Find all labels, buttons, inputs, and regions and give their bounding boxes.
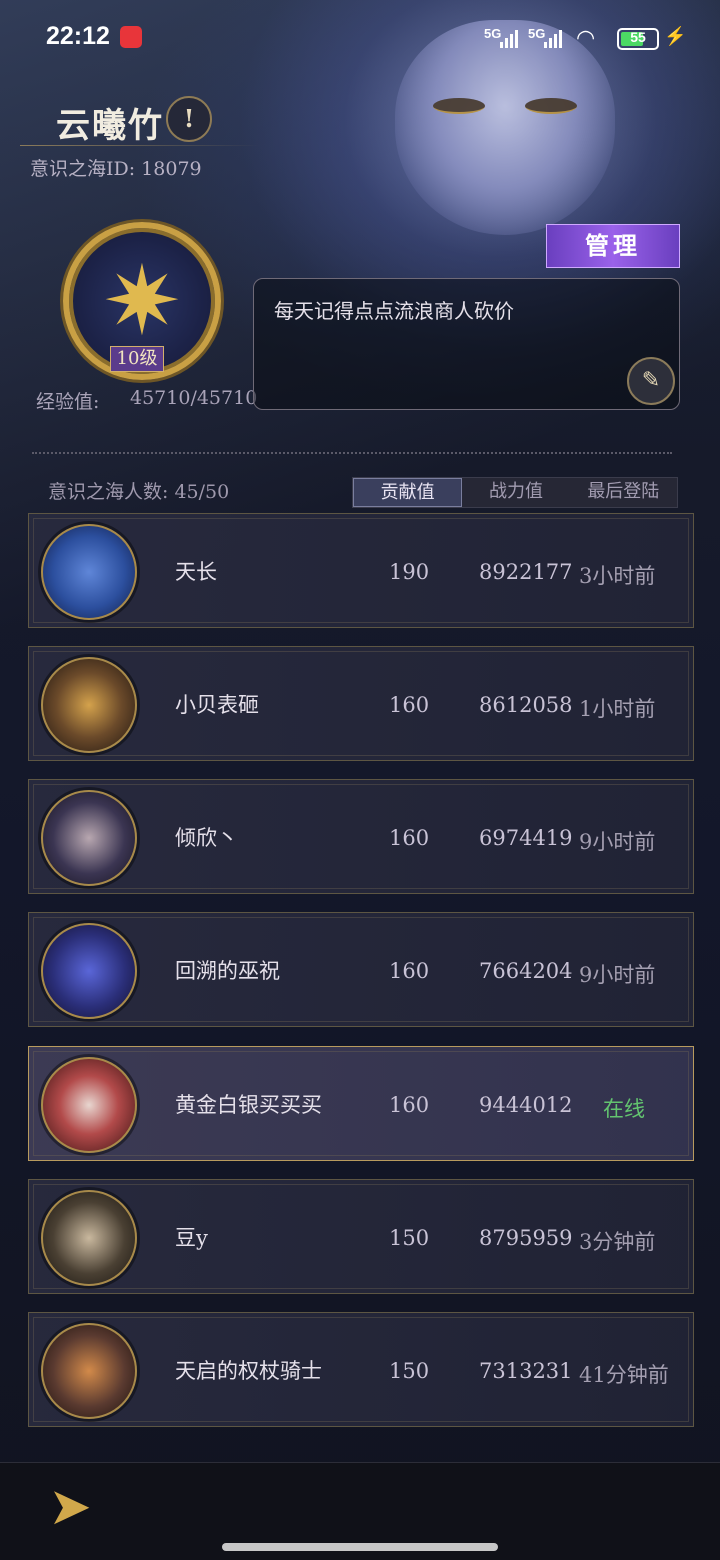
battery-level: 55 <box>630 29 646 45</box>
member-contribution: 150 <box>389 1359 430 1383</box>
member-name: 倾欣丶 <box>175 826 238 850</box>
member-power: 7664204 <box>479 959 573 983</box>
member-avatar[interactable] <box>41 1057 137 1153</box>
member-contribution: 160 <box>389 959 430 983</box>
member-contribution: 190 <box>389 560 430 584</box>
status-time: 22:12 <box>46 22 110 50</box>
member-row-self[interactable]: 黄金白银买买买 160 9444012 在线 <box>28 1046 694 1161</box>
sea-title: 云曦竹 <box>56 106 164 146</box>
member-name: 回溯的巫祝 <box>175 959 280 983</box>
notice-text: 每天记得点点流浪商人砍价 <box>274 299 514 323</box>
manage-button[interactable]: 管理 <box>546 224 680 268</box>
section-divider <box>32 452 672 454</box>
member-power: 8612058 <box>479 693 573 717</box>
member-power: 8922177 <box>479 560 573 584</box>
member-row[interactable]: 豆y 150 8795959 3分钟前 <box>28 1179 694 1294</box>
back-arrow-icon[interactable]: ➤ <box>36 1478 104 1536</box>
member-power: 9444012 <box>479 1093 573 1117</box>
sea-id: 意识之海ID: 18079 <box>30 158 202 180</box>
signal-icon-2 <box>544 28 562 48</box>
status-bar: 22:12 5G 5G ◠ 55 ⚡ <box>0 0 720 70</box>
member-last-login: 41分钟前 <box>579 1363 669 1387</box>
network-label-2: 5G <box>528 26 546 41</box>
tab-contribution[interactable]: 贡献值 <box>353 478 463 507</box>
edit-quill-icon[interactable]: ✎ <box>627 357 675 405</box>
level-badge: 10级 <box>110 346 164 372</box>
title-divider <box>20 145 260 146</box>
art-eye-left <box>433 98 485 114</box>
member-name: 豆y <box>175 1226 208 1250</box>
member-contribution: 160 <box>389 693 430 717</box>
member-name: 黄金白银买买买 <box>175 1093 322 1117</box>
member-contribution: 160 <box>389 1093 430 1117</box>
member-last-login: 1小时前 <box>579 697 656 721</box>
tab-last-login[interactable]: 最后登陆 <box>570 478 677 507</box>
compass-star-icon: ✷ <box>101 245 183 357</box>
member-row[interactable]: 倾欣丶 160 6974419 9小时前 <box>28 779 694 894</box>
member-row[interactable]: 回溯的巫祝 160 7664204 9小时前 <box>28 912 694 1027</box>
member-name: 天启的权杖骑士 <box>175 1359 322 1383</box>
member-row[interactable]: 天长 190 8922177 3小时前 <box>28 513 694 628</box>
bolt-icon: ⚡ <box>664 26 687 47</box>
member-avatar[interactable] <box>41 1190 137 1286</box>
member-online-status: 在线 <box>603 1097 645 1121</box>
battery-icon: 55 <box>617 28 659 50</box>
member-avatar[interactable] <box>41 524 137 620</box>
member-count: 意识之海人数: 45/50 <box>48 481 230 503</box>
art-eye-right <box>525 98 577 114</box>
member-contribution: 160 <box>389 826 430 850</box>
exp-label: 经验值: <box>36 391 100 413</box>
member-avatar[interactable] <box>41 657 137 753</box>
member-avatar[interactable] <box>41 790 137 886</box>
member-power: 6974419 <box>479 826 573 850</box>
sort-tabs: 贡献值 战力值 最后登陆 <box>352 477 678 508</box>
member-last-login: 9小时前 <box>579 830 656 854</box>
warning-icon[interactable]: ! <box>166 96 212 142</box>
member-avatar[interactable] <box>41 923 137 1019</box>
signal-icon-1 <box>500 28 518 48</box>
member-power: 8795959 <box>479 1226 573 1250</box>
member-name: 小贝表砸 <box>175 693 259 717</box>
notice-box: 每天记得点点流浪商人砍价 ✎ <box>253 278 680 410</box>
network-label-1: 5G <box>484 26 502 41</box>
member-last-login: 3小时前 <box>579 564 656 588</box>
member-power: 7313231 <box>479 1359 573 1383</box>
member-name: 天长 <box>175 560 217 584</box>
member-avatar[interactable] <box>41 1323 137 1419</box>
member-row[interactable]: 小贝表砸 160 8612058 1小时前 <box>28 646 694 761</box>
exp-value: 45710/45710 <box>130 387 258 409</box>
home-indicator[interactable] <box>222 1543 498 1551</box>
member-last-login: 9小时前 <box>579 963 656 987</box>
app-notification-icon <box>120 26 142 48</box>
tab-power[interactable]: 战力值 <box>462 478 569 507</box>
wifi-icon: ◠ <box>576 26 596 51</box>
member-last-login: 3分钟前 <box>579 1230 656 1254</box>
member-contribution: 150 <box>389 1226 430 1250</box>
member-row[interactable]: 天启的权杖骑士 150 7313231 41分钟前 <box>28 1312 694 1427</box>
